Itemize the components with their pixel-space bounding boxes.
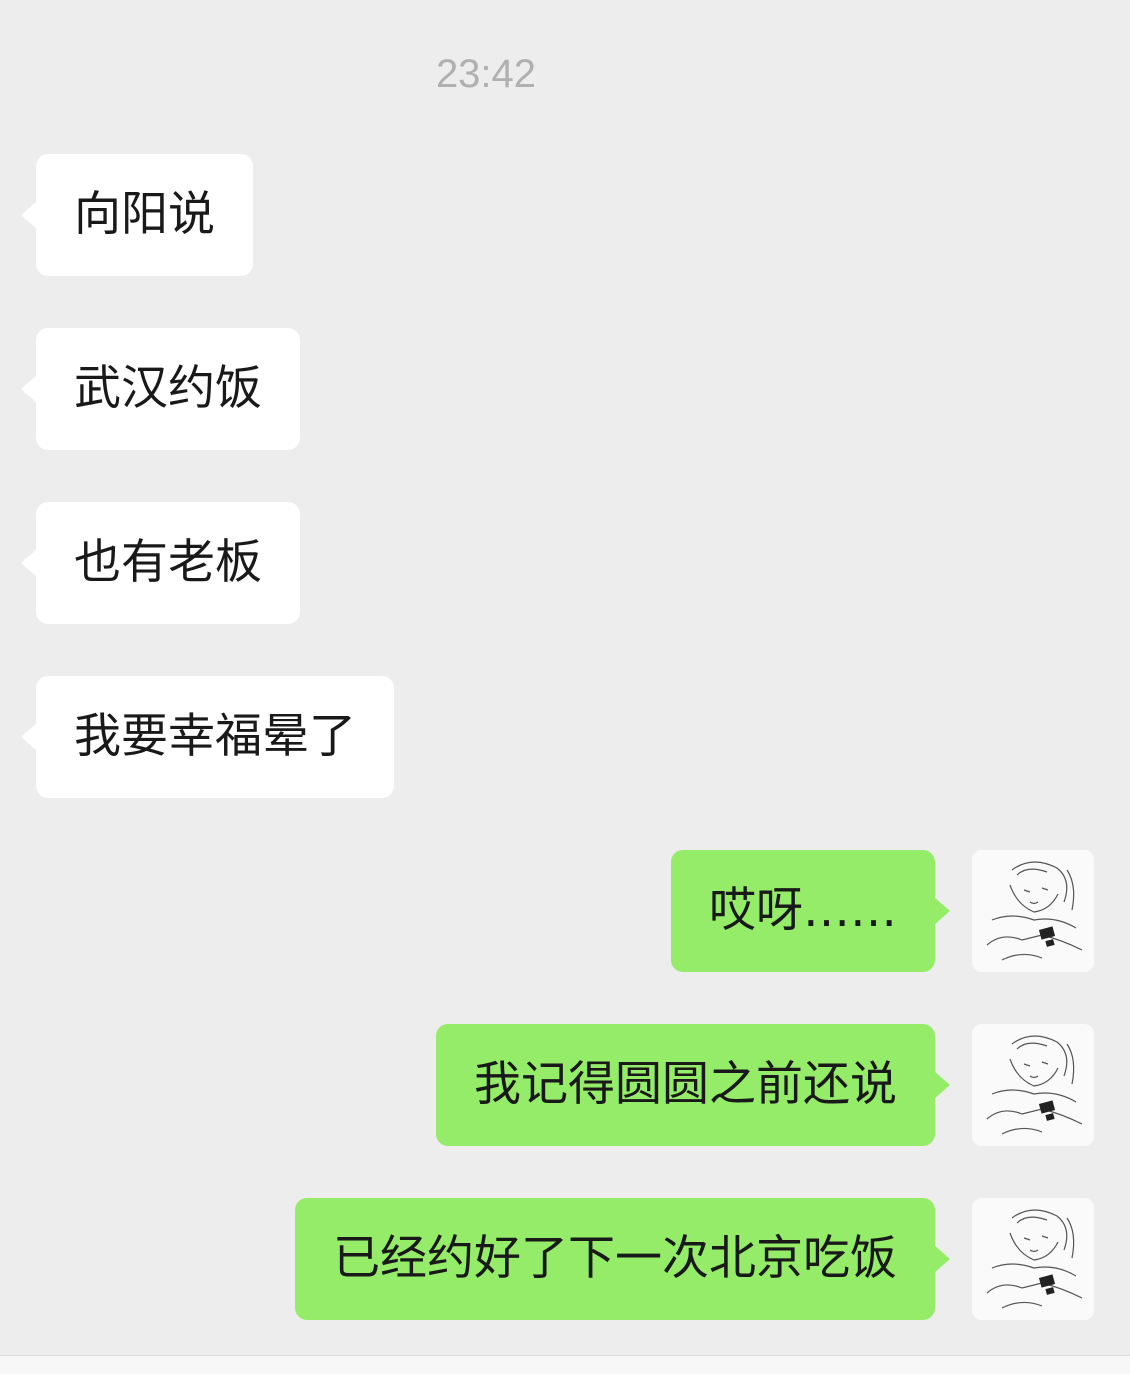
outgoing-message-bubble[interactable]: 哎呀……: [671, 850, 950, 972]
outgoing-message-bubble[interactable]: 已经约好了下一次北京吃饭: [295, 1198, 950, 1320]
user-avatar[interactable]: [972, 1024, 1094, 1146]
sketch-portrait-avatar-icon: [972, 1024, 1094, 1146]
user-avatar[interactable]: [972, 850, 1094, 972]
outgoing-message-bubble[interactable]: 我记得圆圆之前还说: [436, 1024, 950, 1146]
sketch-portrait-avatar-icon: [972, 1198, 1094, 1320]
sketch-portrait-avatar-icon: [972, 850, 1094, 972]
incoming-message-bubble[interactable]: 我要幸福晕了: [21, 676, 394, 798]
incoming-message-bubble[interactable]: 也有老板: [21, 502, 300, 624]
incoming-message-bubble[interactable]: 向阳说: [21, 154, 253, 276]
incoming-message-bubble[interactable]: 武汉约饭: [21, 328, 300, 450]
message-timestamp: 23:42: [435, 52, 537, 96]
input-bar-edge: [0, 1355, 1130, 1374]
user-avatar[interactable]: [972, 1198, 1094, 1320]
